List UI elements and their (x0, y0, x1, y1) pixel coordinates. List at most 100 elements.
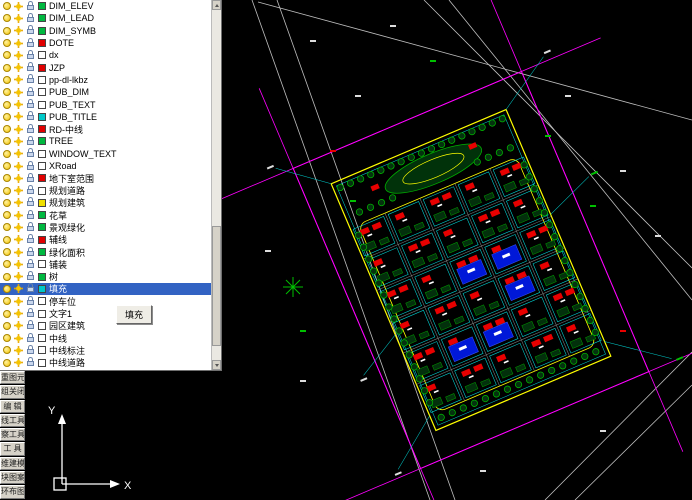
layer-freeze-sun-icon[interactable] (14, 51, 23, 60)
layer-freeze-sun-icon[interactable] (14, 26, 23, 35)
layer-on-off-bulb-icon[interactable] (3, 39, 11, 48)
layer-on-off-bulb-icon[interactable] (3, 88, 11, 97)
layer-lock-icon[interactable] (26, 49, 35, 61)
toolstrip-button[interactable]: 环布图 (0, 485, 25, 499)
layer-on-off-bulb-icon[interactable] (3, 284, 11, 293)
layer-row[interactable]: PUB_TEXT (0, 98, 211, 110)
layer-on-off-bulb-icon[interactable] (3, 309, 11, 318)
layer-row[interactable]: 园区建筑 (0, 320, 211, 332)
layer-lock-icon[interactable] (26, 209, 35, 221)
layer-on-off-bulb-icon[interactable] (3, 272, 11, 281)
layer-on-off-bulb-icon[interactable] (3, 346, 11, 355)
layer-on-off-bulb-icon[interactable] (3, 198, 11, 207)
layer-freeze-sun-icon[interactable] (14, 321, 23, 330)
layer-lock-icon[interactable] (26, 123, 35, 135)
layer-freeze-sun-icon[interactable] (14, 186, 23, 195)
layer-row[interactable]: 中线标注 (0, 344, 211, 356)
layer-color-chip[interactable] (38, 149, 46, 158)
layer-color-chip[interactable] (38, 248, 46, 257)
layer-freeze-sun-icon[interactable] (14, 235, 23, 244)
layer-freeze-sun-icon[interactable] (14, 272, 23, 281)
layer-lock-icon[interactable] (26, 234, 35, 245)
layer-freeze-sun-icon[interactable] (14, 309, 23, 318)
layer-color-chip[interactable] (38, 358, 46, 367)
layer-row[interactable]: 规划建筑 (0, 197, 211, 209)
layer-row[interactable]: 辅线 (0, 234, 211, 246)
toolstrip-button[interactable]: 编 辑 (0, 399, 25, 413)
layer-color-chip[interactable] (38, 198, 46, 207)
layer-on-off-bulb-icon[interactable] (3, 248, 11, 257)
layer-freeze-sun-icon[interactable] (14, 137, 23, 146)
scroll-down-button[interactable] (212, 360, 221, 370)
layer-lock-icon[interactable] (26, 197, 35, 208)
layer-on-off-bulb-icon[interactable] (3, 358, 11, 367)
layer-lock-icon[interactable] (26, 0, 35, 12)
layer-row[interactable]: XRoad (0, 160, 211, 172)
layer-on-off-bulb-icon[interactable] (3, 186, 11, 195)
layer-color-chip[interactable] (38, 260, 46, 269)
layer-row[interactable]: 景观绿化 (0, 221, 211, 233)
layer-lock-icon[interactable] (26, 111, 35, 122)
layer-on-off-bulb-icon[interactable] (3, 260, 11, 269)
layer-lock-icon[interactable] (26, 99, 35, 110)
layer-freeze-sun-icon[interactable] (14, 162, 23, 171)
layer-row[interactable]: 文字1 (0, 307, 211, 319)
layer-freeze-sun-icon[interactable] (14, 248, 23, 257)
layer-freeze-sun-icon[interactable] (14, 223, 23, 232)
layer-lock-icon[interactable] (26, 12, 35, 24)
layer-color-chip[interactable] (38, 297, 46, 306)
layer-freeze-sun-icon[interactable] (14, 39, 23, 48)
layer-lock-icon[interactable] (26, 160, 35, 172)
layer-freeze-sun-icon[interactable] (14, 100, 23, 109)
layer-freeze-sun-icon[interactable] (14, 297, 23, 306)
layer-color-chip[interactable] (38, 51, 46, 60)
layer-lock-icon[interactable] (26, 246, 35, 258)
layer-on-off-bulb-icon[interactable] (3, 125, 11, 134)
layer-freeze-sun-icon[interactable] (14, 211, 23, 220)
layer-color-chip[interactable] (38, 235, 46, 244)
layer-color-chip[interactable] (38, 162, 46, 170)
layer-lock-icon[interactable] (26, 37, 35, 49)
layer-freeze-sun-icon[interactable] (14, 14, 23, 23)
layer-row[interactable]: 树 (0, 271, 211, 283)
layer-color-chip[interactable] (38, 125, 46, 134)
layer-on-off-bulb-icon[interactable] (3, 297, 11, 306)
layer-freeze-sun-icon[interactable] (14, 63, 23, 72)
layer-row[interactable]: 地下室范围 (0, 172, 211, 184)
layer-on-off-bulb-icon[interactable] (3, 100, 11, 109)
layer-color-chip[interactable] (38, 321, 46, 330)
layer-on-off-bulb-icon[interactable] (3, 26, 11, 35)
layer-color-chip[interactable] (38, 39, 46, 48)
layer-freeze-sun-icon[interactable] (14, 88, 23, 97)
layer-on-off-bulb-icon[interactable] (3, 211, 11, 220)
layer-on-off-bulb-icon[interactable] (3, 174, 11, 183)
scroll-up-button[interactable] (212, 0, 221, 10)
layer-lock-icon[interactable] (26, 172, 35, 184)
layer-freeze-sun-icon[interactable] (14, 112, 23, 121)
layer-color-chip[interactable] (38, 284, 46, 293)
layer-on-off-bulb-icon[interactable] (3, 75, 11, 84)
layer-row[interactable]: 中线道路 (0, 357, 211, 369)
layer-lock-icon[interactable] (26, 271, 35, 282)
layer-on-off-bulb-icon[interactable] (3, 112, 11, 121)
layer-row[interactable]: 规划道路 (0, 184, 211, 196)
layer-row[interactable]: 绿化面积 (0, 246, 211, 258)
layer-color-chip[interactable] (38, 272, 46, 281)
layer-lock-icon[interactable] (26, 62, 35, 73)
layer-lock-icon[interactable] (26, 357, 35, 368)
layer-row[interactable]: DOTE (0, 37, 211, 49)
layer-color-chip[interactable] (38, 88, 46, 97)
layer-freeze-sun-icon[interactable] (14, 174, 23, 183)
layer-freeze-sun-icon[interactable] (14, 358, 23, 367)
toolstrip-button[interactable]: 察工具 (0, 428, 25, 442)
layer-lock-icon[interactable] (26, 344, 35, 356)
toolstrip-button[interactable]: 块图案 (0, 471, 25, 485)
toolstrip-button[interactable]: 重图元 (0, 371, 25, 385)
layer-color-chip[interactable] (38, 112, 46, 121)
layer-on-off-bulb-icon[interactable] (3, 235, 11, 244)
toolstrip-button[interactable]: 维建模 (0, 456, 25, 471)
layer-lock-icon[interactable] (26, 74, 35, 85)
scrollbar-thumb[interactable] (212, 226, 221, 346)
toolstrip-button[interactable]: 线工具 (0, 413, 25, 428)
layer-row[interactable]: 停车位 (0, 295, 211, 307)
